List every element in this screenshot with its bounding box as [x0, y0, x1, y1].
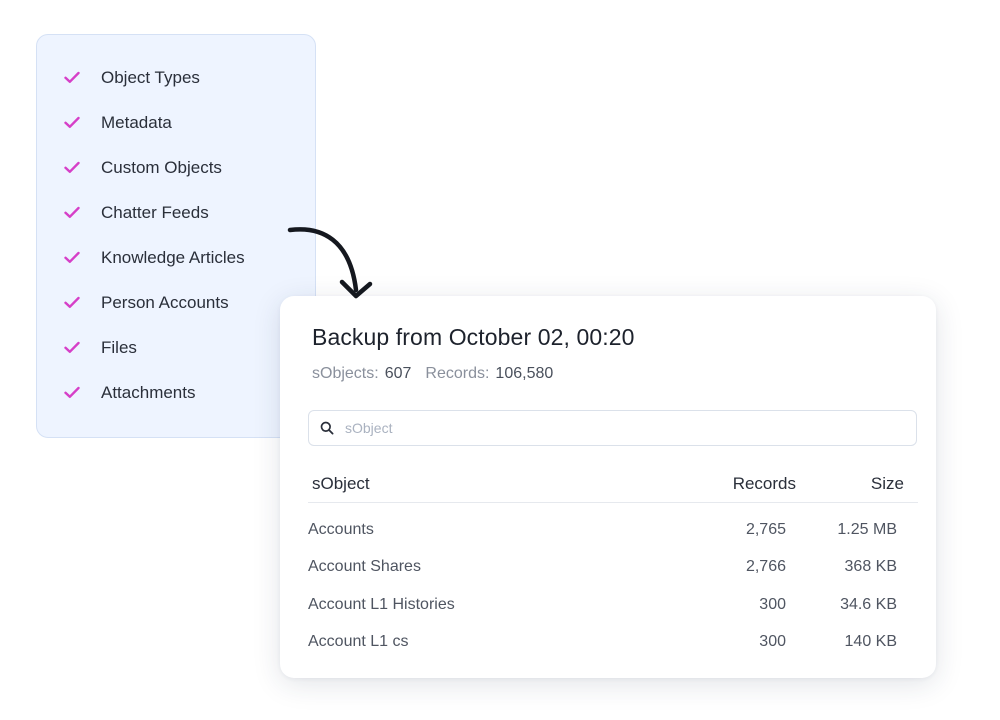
- check-icon: [63, 69, 81, 87]
- checklist-item-label: Metadata: [101, 112, 172, 132]
- check-icon: [63, 384, 81, 402]
- column-header-sobject[interactable]: sObject: [308, 474, 652, 494]
- row-sobject-name: Account Shares: [308, 558, 421, 576]
- column-header-records[interactable]: Records: [652, 474, 796, 494]
- sobjects-table: sObject Records Size Accounts 2,765 1.25…: [308, 466, 918, 661]
- backup-stats: sObjects: 607 Records: 106,580: [312, 365, 567, 383]
- check-icon: [63, 159, 81, 177]
- backup-scope-panel: Object Types Metadata Custom Objects Cha…: [36, 34, 316, 438]
- sobjects-count-label: sObjects:: [312, 365, 379, 382]
- checklist-item-metadata: Metadata: [37, 100, 315, 145]
- sobject-search-box[interactable]: [308, 410, 917, 446]
- column-header-size[interactable]: Size: [796, 474, 904, 494]
- check-icon: [63, 204, 81, 222]
- row-records: 2,765: [745, 520, 786, 538]
- table-row[interactable]: Account L1 Histories 300 34.6 KB: [308, 586, 918, 624]
- curved-arrow-icon: [287, 227, 373, 299]
- backup-title: Backup from October 02, 00:20: [312, 324, 635, 350]
- check-icon: [63, 339, 81, 357]
- checklist-item-label: Person Accounts: [101, 292, 229, 312]
- checklist-item-label: Attachments: [101, 382, 196, 402]
- row-records: 2,766: [745, 558, 786, 576]
- row-size: 34.6 KB: [840, 595, 897, 613]
- table-body: Accounts 2,765 1.25 MB Account Shares 2,…: [308, 511, 918, 661]
- checklist-item-knowledge-articles: Knowledge Articles: [37, 235, 315, 280]
- checklist-item-label: Object Types: [101, 67, 200, 87]
- checklist-item-object-types: Object Types: [37, 55, 315, 100]
- sobjects-count-value: 607: [384, 365, 412, 382]
- stage: Object Types Metadata Custom Objects Cha…: [0, 0, 1000, 720]
- backup-scope-list: Object Types Metadata Custom Objects Cha…: [37, 55, 315, 415]
- table-header: sObject Records Size: [308, 466, 918, 503]
- row-sobject-name: Accounts: [308, 520, 374, 538]
- records-count-value: 106,580: [495, 365, 554, 382]
- sobject-search-input[interactable]: [345, 420, 865, 436]
- table-row[interactable]: Accounts 2,765 1.25 MB: [308, 511, 918, 549]
- row-size: 140 KB: [844, 633, 897, 651]
- check-icon: [63, 294, 81, 312]
- row-records: 300: [759, 633, 786, 651]
- row-sobject-name: Account L1 cs: [308, 633, 409, 651]
- checklist-item-label: Chatter Feeds: [101, 202, 209, 222]
- table-row[interactable]: Account L1 cs 300 140 KB: [308, 624, 918, 662]
- row-sobject-name: Account L1 Histories: [308, 595, 455, 613]
- table-row[interactable]: Account Shares 2,766 368 KB: [308, 549, 918, 587]
- records-count-label: Records:: [425, 365, 490, 382]
- row-records: 300: [759, 595, 786, 613]
- checklist-item-custom-objects: Custom Objects: [37, 145, 315, 190]
- checklist-item-chatter-feeds: Chatter Feeds: [37, 190, 315, 235]
- search-icon: [319, 420, 335, 436]
- checklist-item-attachments: Attachments: [37, 370, 315, 415]
- checklist-item-label: Files: [101, 337, 137, 357]
- backup-details-card: Backup from October 02, 00:20 sObjects: 6…: [280, 296, 936, 678]
- checklist-item-person-accounts: Person Accounts: [37, 280, 315, 325]
- checklist-item-label: Knowledge Articles: [101, 247, 245, 267]
- row-size: 1.25 MB: [837, 520, 897, 538]
- row-size: 368 KB: [844, 558, 897, 576]
- check-icon: [63, 249, 81, 267]
- checklist-item-label: Custom Objects: [101, 157, 222, 177]
- check-icon: [63, 114, 81, 132]
- checklist-item-files: Files: [37, 325, 315, 370]
